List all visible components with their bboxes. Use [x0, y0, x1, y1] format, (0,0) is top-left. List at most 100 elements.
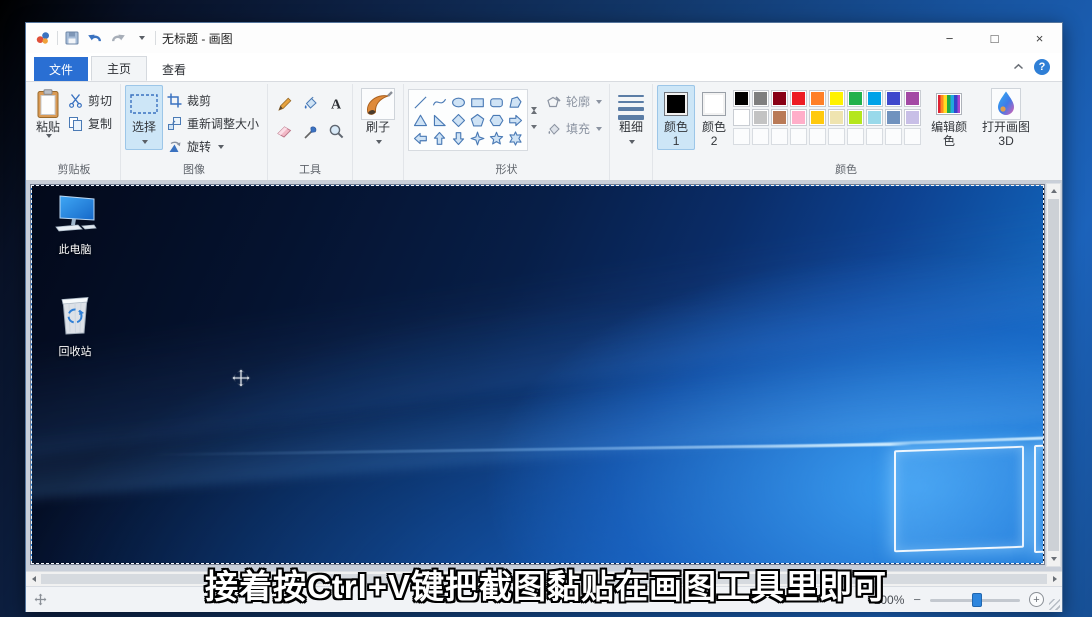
- shape-triangle-icon: [413, 113, 428, 128]
- resize-button[interactable]: 重新调整大小: [163, 112, 263, 135]
- title-bar: 无标题 - 画图 − □ ×: [26, 23, 1062, 53]
- shape-right-triangle-button[interactable]: [430, 111, 449, 129]
- redo-button[interactable]: [109, 28, 127, 48]
- customize-toolbar-dropdown[interactable]: [132, 28, 150, 48]
- palette-empty-slot[interactable]: [790, 128, 807, 145]
- shape-star-6-button[interactable]: [506, 129, 525, 147]
- palette-swatch[interactable]: [828, 109, 845, 126]
- pasted-screenshot-selection[interactable]: 此电脑 回收站: [31, 185, 1044, 564]
- open-paint3d-button[interactable]: 打开画图 3D: [977, 85, 1035, 150]
- tab-home[interactable]: 主页: [91, 56, 147, 81]
- palette-swatch[interactable]: [733, 90, 750, 107]
- edit-colors-button[interactable]: 编辑颜色: [927, 85, 971, 150]
- shape-triangle-button[interactable]: [411, 111, 430, 129]
- palette-swatch[interactable]: [885, 109, 902, 126]
- tool-magnifier-button[interactable]: [324, 118, 348, 144]
- palette-empty-slot[interactable]: [866, 128, 883, 145]
- shape-curve-button[interactable]: [430, 93, 449, 111]
- tab-file[interactable]: 文件: [34, 57, 88, 81]
- undo-button[interactable]: [86, 28, 104, 48]
- monitor-icon: [52, 194, 98, 234]
- tab-view[interactable]: 查看: [147, 57, 201, 81]
- palette-swatch[interactable]: [790, 90, 807, 107]
- maximize-button[interactable]: □: [972, 23, 1017, 53]
- shapes-more-button[interactable]: [531, 129, 537, 147]
- copy-button[interactable]: 复制: [64, 112, 116, 135]
- select-button[interactable]: 选择: [125, 85, 163, 150]
- ribbon: 粘贴 剪切 复制 剪贴板: [26, 81, 1062, 181]
- palette-swatch[interactable]: [809, 90, 826, 107]
- group-clipboard: 粘贴 剪切 复制 剪贴板: [28, 84, 121, 180]
- minimize-button[interactable]: −: [927, 23, 972, 53]
- close-button[interactable]: ×: [1017, 23, 1062, 53]
- shape-diamond-button[interactable]: [449, 111, 468, 129]
- shape-diamond-icon: [451, 113, 466, 128]
- shape-polygon-button[interactable]: [506, 93, 525, 111]
- shape-pentagon-button[interactable]: [468, 111, 487, 129]
- vertical-scroll-thumb[interactable]: [1048, 199, 1059, 551]
- palette-swatch[interactable]: [904, 90, 921, 107]
- palette-empty-slot[interactable]: [809, 128, 826, 145]
- fill-button[interactable]: 填充: [546, 120, 602, 137]
- tool-text-button[interactable]: A: [324, 90, 348, 116]
- rotate-button[interactable]: 旋转: [163, 135, 263, 158]
- palette-empty-slot[interactable]: [771, 128, 788, 145]
- palette-swatch[interactable]: [771, 90, 788, 107]
- shape-arrow-down-button[interactable]: [449, 129, 468, 147]
- shape-arrow-left-button[interactable]: [411, 129, 430, 147]
- tool-fill-button[interactable]: [298, 90, 322, 116]
- shape-arrow-right-button[interactable]: [506, 111, 525, 129]
- palette-empty-slot[interactable]: [904, 128, 921, 145]
- fill-icon: [302, 95, 319, 112]
- palette-swatch[interactable]: [847, 109, 864, 126]
- help-icon[interactable]: ?: [1034, 59, 1050, 75]
- edit-colors-label: 编辑颜色: [931, 120, 967, 149]
- shape-hexagon-button[interactable]: [487, 111, 506, 129]
- palette-swatch[interactable]: [809, 109, 826, 126]
- tool-color-picker-button[interactable]: [298, 118, 322, 144]
- palette-swatch[interactable]: [828, 90, 845, 107]
- palette-empty-slot[interactable]: [752, 128, 769, 145]
- tool-pencil-button[interactable]: [272, 90, 296, 116]
- vertical-scrollbar[interactable]: [1046, 183, 1061, 567]
- palette-swatch[interactable]: [866, 90, 883, 107]
- palette-swatch[interactable]: [752, 109, 769, 126]
- crop-button[interactable]: 裁剪: [163, 89, 263, 112]
- paste-button[interactable]: 粘贴: [32, 85, 64, 139]
- palette-swatch[interactable]: [771, 109, 788, 126]
- palette-empty-slot[interactable]: [733, 128, 750, 145]
- palette-swatch[interactable]: [752, 90, 769, 107]
- colors-group-label: 颜色: [657, 159, 1035, 180]
- palette-swatch[interactable]: [790, 109, 807, 126]
- shape-ellipse-icon: [451, 95, 466, 110]
- palette-swatch[interactable]: [904, 109, 921, 126]
- collapse-ribbon-button[interactable]: [1013, 58, 1024, 76]
- shape-line-button[interactable]: [411, 93, 430, 111]
- palette-empty-slot[interactable]: [885, 128, 902, 145]
- outline-button[interactable]: 轮廓: [546, 93, 602, 110]
- copy-pages-icon: [68, 116, 83, 131]
- shape-star-5-button[interactable]: [487, 129, 506, 147]
- palette-swatch[interactable]: [733, 109, 750, 126]
- resize-icon: [167, 116, 182, 131]
- palette-swatch[interactable]: [885, 90, 902, 107]
- brushes-button[interactable]: 刷子: [357, 85, 399, 150]
- palette-empty-slot[interactable]: [828, 128, 845, 145]
- color1-button[interactable]: 颜色 1: [657, 85, 695, 150]
- color2-button[interactable]: 颜色 2: [695, 85, 733, 150]
- palette-empty-slot[interactable]: [847, 128, 864, 145]
- shape-rounded-rectangle-button[interactable]: [487, 93, 506, 111]
- size-button[interactable]: 粗细: [614, 85, 648, 150]
- save-button[interactable]: [63, 28, 81, 48]
- shape-arrow-right-icon: [508, 113, 523, 128]
- shape-ellipse-button[interactable]: [449, 93, 468, 111]
- shape-star-4-button[interactable]: [468, 129, 487, 147]
- shape-rectangle-button[interactable]: [468, 93, 487, 111]
- scroll-up-button[interactable]: [1047, 184, 1060, 198]
- desktop-icon-recycle-bin: 回收站: [46, 292, 104, 359]
- tool-eraser-button[interactable]: [272, 118, 296, 144]
- shape-arrow-up-button[interactable]: [430, 129, 449, 147]
- cut-button[interactable]: 剪切: [64, 89, 116, 112]
- palette-swatch[interactable]: [847, 90, 864, 107]
- palette-swatch[interactable]: [866, 109, 883, 126]
